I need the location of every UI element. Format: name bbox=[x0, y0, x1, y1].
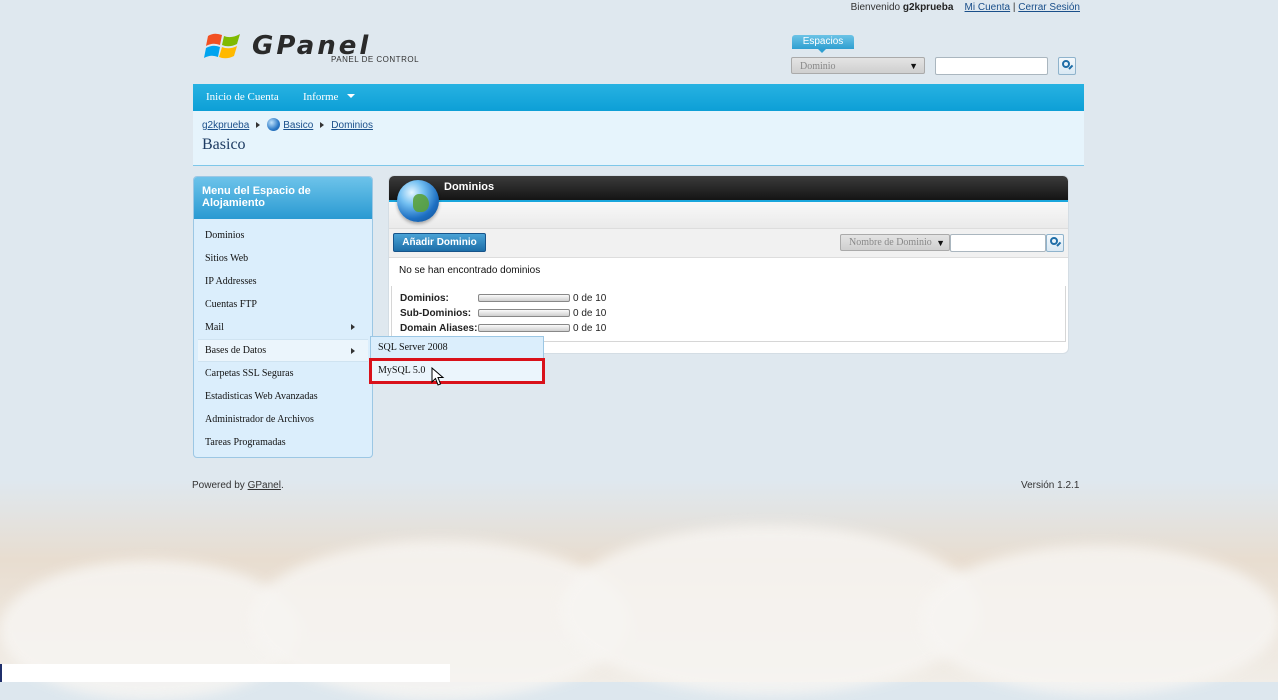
menu-list: Dominios Sitios Web IP Addresses Cuentas… bbox=[198, 224, 368, 454]
top-search-button[interactable] bbox=[1058, 57, 1076, 75]
menu-item-websites[interactable]: Sitios Web bbox=[198, 247, 368, 270]
breadcrumb-user[interactable]: g2kprueba bbox=[202, 120, 249, 131]
quota-bar bbox=[478, 309, 570, 317]
domain-search-input[interactable] bbox=[950, 234, 1046, 252]
empty-message: No se han encontrado dominios bbox=[399, 265, 541, 276]
taskbar-strip bbox=[0, 664, 450, 682]
cloud-decoration bbox=[920, 545, 1278, 695]
breadcrumb-arrow-icon bbox=[320, 122, 327, 128]
link-separator: | bbox=[1012, 2, 1016, 13]
filter-select[interactable]: Nombre de Dominio ▼ bbox=[840, 234, 950, 251]
domain-search-button[interactable] bbox=[1046, 234, 1064, 252]
logo-subtitle: PANEL DE CONTROL bbox=[331, 55, 420, 64]
search-icon bbox=[1050, 237, 1058, 245]
globe-land bbox=[413, 194, 429, 212]
username: g2kprueba bbox=[902, 2, 954, 13]
powered-by-text: Powered by bbox=[192, 480, 245, 491]
filter-select-value: Nombre de Dominio bbox=[849, 237, 932, 248]
menu-item-databases[interactable]: Bases de Datos bbox=[198, 339, 368, 362]
submenu-item-sql-server[interactable]: SQL Server 2008 bbox=[371, 337, 543, 359]
cloud-decoration bbox=[560, 525, 980, 695]
menu-item-ip-addresses[interactable]: IP Addresses bbox=[198, 270, 368, 293]
menu-item-file-manager[interactable]: Administrador de Archivos bbox=[198, 408, 368, 431]
hosting-space-menu: Menu del Espacio de Alojamiento Dominios… bbox=[193, 176, 373, 458]
menu-item-web-stats[interactable]: Estadisticas Web Avanzadas bbox=[198, 385, 368, 408]
quota-bar bbox=[478, 294, 570, 302]
menu-item-mail[interactable]: Mail bbox=[198, 316, 368, 339]
nav-item-account-home[interactable]: Inicio de Cuenta bbox=[206, 84, 279, 111]
chevron-right-icon bbox=[351, 348, 358, 354]
nav-item-reports-label: Informe bbox=[303, 91, 339, 103]
domain-select-value: Dominio bbox=[800, 61, 836, 72]
panel-subheader bbox=[389, 202, 1068, 228]
menu-item-mail-label: Mail bbox=[205, 322, 224, 333]
domain-select[interactable]: Dominio ▼ bbox=[791, 57, 925, 74]
footer-powered-by: Powered by GPanel. bbox=[192, 480, 284, 491]
menu-item-ssl-folders[interactable]: Carpetas SSL Seguras bbox=[198, 362, 368, 385]
quota-box: Dominios: 0 de 10 Sub-Dominios: 0 de 10 … bbox=[391, 286, 1066, 342]
breadcrumb: g2kprueba Basico Dominios bbox=[202, 118, 373, 131]
search-icon bbox=[1062, 60, 1070, 68]
quota-value: 0 de 10 bbox=[573, 323, 607, 334]
dropdown-arrow-icon: ▼ bbox=[909, 61, 918, 71]
menu-item-databases-label: Bases de Datos bbox=[205, 345, 267, 356]
caret-down-icon bbox=[347, 94, 356, 102]
spaces-tab[interactable]: Espacios bbox=[792, 35, 854, 53]
user-bar: Bienvenido g2kprueba Mi Cuenta | Cerrar … bbox=[851, 2, 1080, 13]
nav-item-reports[interactable]: Informe bbox=[303, 84, 356, 111]
panel-toolbar: Añadir Dominio Nombre de Dominio ▼ bbox=[389, 228, 1068, 258]
add-domain-button[interactable]: Añadir Dominio bbox=[393, 233, 486, 252]
quota-bar bbox=[478, 324, 570, 332]
mouse-cursor-icon bbox=[431, 367, 445, 386]
menu-item-domains[interactable]: Dominios bbox=[198, 224, 368, 247]
quota-label: Sub-Dominios: bbox=[400, 308, 472, 319]
quota-value: 0 de 10 bbox=[573, 293, 607, 304]
windows-flag-icon bbox=[204, 33, 240, 59]
breadcrumb-bar: g2kprueba Basico Dominios Basico bbox=[193, 111, 1084, 166]
logout-link[interactable]: Cerrar Sesión bbox=[1018, 2, 1080, 13]
menu-item-scheduled-tasks[interactable]: Tareas Programadas bbox=[198, 431, 368, 454]
version-label: Versión 1.2.1 bbox=[1021, 480, 1080, 491]
quota-label: Domain Aliases: bbox=[400, 323, 478, 334]
chevron-right-icon bbox=[351, 324, 358, 330]
panel-title: Dominios bbox=[444, 181, 495, 193]
page-title: Basico bbox=[202, 136, 246, 153]
globe-icon bbox=[267, 118, 281, 131]
quota-label: Dominios: bbox=[400, 293, 449, 304]
domains-panel: Dominios Añadir Dominio Nombre de Domini… bbox=[389, 176, 1068, 353]
breadcrumb-space[interactable]: Basico bbox=[283, 120, 313, 131]
main-nav: Inicio de Cuenta Informe bbox=[193, 84, 1084, 111]
submenu-item-mysql[interactable]: MySQL 5.0 bbox=[369, 358, 545, 384]
taskbar-edge bbox=[0, 664, 2, 682]
footer-period: . bbox=[280, 480, 284, 491]
top-search-input[interactable] bbox=[935, 57, 1048, 75]
menu-title: Menu del Espacio de Alojamiento bbox=[194, 177, 372, 219]
dropdown-arrow-icon: ▼ bbox=[936, 238, 945, 248]
menu-item-ftp-accounts[interactable]: Cuentas FTP bbox=[198, 293, 368, 316]
databases-submenu: SQL Server 2008 MySQL 5.0 bbox=[369, 336, 545, 384]
gpanel-logo[interactable]: GPanel PANEL DE CONTROL bbox=[204, 26, 419, 66]
breadcrumb-arrow-icon bbox=[256, 122, 263, 128]
quota-value: 0 de 10 bbox=[573, 308, 607, 319]
welcome-text: Bienvenido bbox=[850, 2, 901, 13]
my-account-link[interactable]: Mi Cuenta bbox=[965, 2, 1011, 13]
gpanel-link[interactable]: GPanel bbox=[248, 480, 281, 491]
globe-icon bbox=[397, 180, 439, 222]
breadcrumb-domains[interactable]: Dominios bbox=[331, 120, 373, 131]
